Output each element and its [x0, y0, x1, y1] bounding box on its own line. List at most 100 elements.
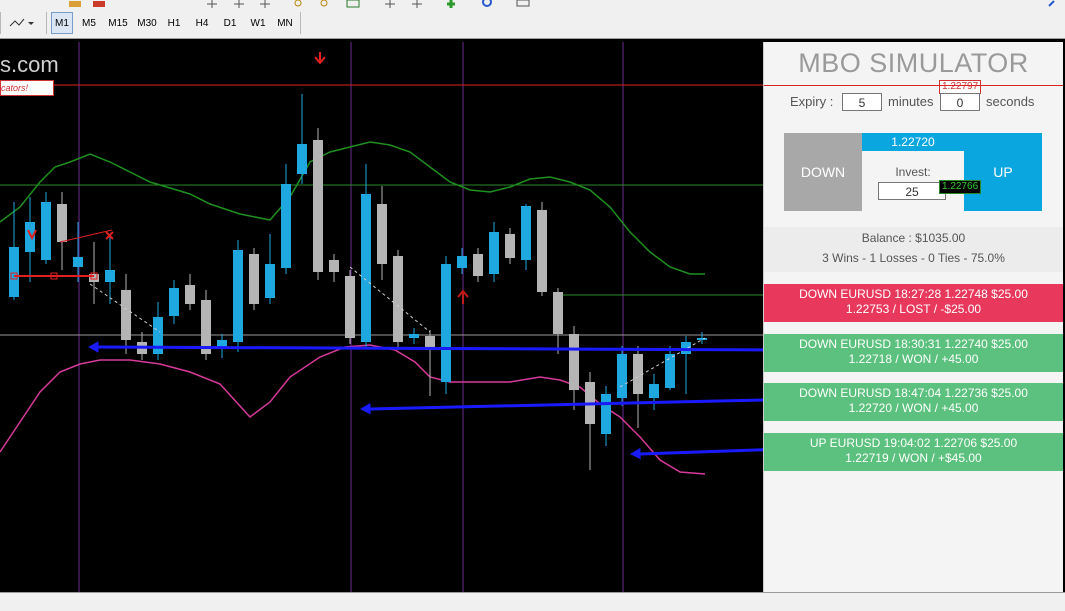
candle-body — [665, 354, 675, 388]
down-signal-arrow-icon — [314, 52, 326, 65]
crosshair-icon[interactable] — [205, 0, 219, 8]
balance-text: Balance : $1035.00 — [861, 231, 966, 245]
invest-label: Invest: — [895, 165, 931, 179]
candle-body — [361, 194, 371, 342]
candle-body — [249, 254, 259, 304]
candle-body — [537, 210, 547, 292]
trade-entry: DOWN EURUSD 18:47:04 1.22736 $25.00 1.227… — [764, 383, 1063, 421]
chart-toolbar: M1 M5 M15 M30 H1 H4 D1 W1 MN — [0, 0, 1065, 39]
add-indicator-icon[interactable] — [444, 0, 458, 8]
annotation-arrow-head — [88, 341, 99, 353]
price-chart[interactable]: s.com cators! — [0, 42, 763, 592]
timeframe-h4-button[interactable]: H4 — [190, 12, 214, 34]
candle-body — [345, 276, 355, 338]
price-tag-middle: 1.22766 — [939, 180, 982, 194]
tile-windows-icon[interactable] — [346, 0, 360, 8]
trade-entry: UP EURUSD 19:04:02 1.22706 $25.00 1.22719… — [764, 433, 1063, 471]
autotrading-icon[interactable] — [92, 0, 106, 8]
annotation-arrow — [97, 345, 763, 352]
candle-body — [601, 394, 611, 434]
trade-connector-line — [619, 337, 706, 388]
zoom-out-icon[interactable] — [318, 0, 332, 8]
candle-body — [505, 234, 515, 258]
upper-band-line — [0, 141, 705, 275]
candle-body — [313, 140, 323, 272]
simulator-title: MBO SIMULATOR — [798, 48, 1029, 78]
candle-body — [329, 260, 339, 272]
timeframe-m5-button[interactable]: M5 — [78, 12, 100, 34]
lower-band-line — [0, 344, 706, 475]
trade-connector-line — [59, 229, 113, 243]
candle-body — [41, 202, 51, 260]
candle-body — [681, 342, 691, 354]
seconds-label: seconds — [986, 94, 1035, 109]
trend-tool-icon[interactable] — [258, 0, 272, 8]
period-separator-icon[interactable] — [383, 0, 397, 8]
candle-body — [185, 285, 195, 304]
timeframe-h1-button[interactable]: H1 — [162, 12, 186, 34]
timeframe-m1-button[interactable]: M1 — [51, 12, 73, 34]
annotation-arrow-head — [630, 447, 641, 460]
down-button[interactable]: DOWN — [784, 133, 862, 211]
minutes-label: minutes — [888, 94, 934, 109]
zoom-in-icon[interactable] — [292, 0, 306, 8]
trade-details: DOWN EURUSD 18:47:04 1.22736 $25.00 — [799, 386, 1028, 400]
candle-body — [409, 334, 419, 338]
grid-icon[interactable] — [410, 0, 424, 8]
trade-outcome: 1.22719 / WON / +$45.00 — [845, 451, 982, 465]
red-level-line — [764, 85, 1063, 86]
candle-body — [617, 354, 627, 398]
chevron-right-icon[interactable] — [1045, 0, 1059, 8]
timeframe-mn-button[interactable]: MN — [273, 12, 297, 34]
candle-body — [473, 254, 483, 276]
candle-body — [441, 264, 451, 382]
candle-body — [569, 334, 579, 390]
trade-details: DOWN EURUSD 18:27:28 1.22748 $25.00 — [799, 287, 1028, 301]
expiry-label: Expiry : — [790, 94, 834, 109]
candle-body — [57, 204, 67, 242]
candle-body — [121, 290, 131, 340]
screenshot-icon[interactable] — [516, 0, 530, 8]
toolbar-separator — [300, 12, 301, 34]
invest-input[interactable]: 25 — [878, 182, 946, 200]
annotation-arrow-head — [360, 403, 371, 415]
line-tool-icon[interactable] — [232, 0, 246, 8]
trade-details: UP EURUSD 19:04:02 1.22706 $25.00 — [809, 436, 1018, 450]
candle-body — [489, 232, 499, 274]
expiry-minutes-input[interactable]: 5 — [842, 93, 882, 111]
trade-outcome: 1.22720 / WON / +45.00 — [848, 401, 979, 415]
refresh-icon[interactable] — [480, 0, 494, 8]
toolbar-separator — [0, 12, 1, 34]
candle-body — [281, 184, 291, 268]
up-signal-arrow-icon — [457, 289, 469, 304]
timeframe-w1-button[interactable]: W1 — [246, 12, 270, 34]
trade-details: DOWN EURUSD 18:30:31 1.22740 $25.00 — [799, 337, 1028, 351]
indicator-label-box: cators! — [0, 80, 54, 96]
chart-tab-bar — [0, 592, 1065, 611]
candle-body — [393, 256, 403, 342]
candle-body — [377, 204, 387, 264]
candle-body — [633, 354, 643, 394]
candle-body — [201, 300, 211, 354]
timeframe-m30-button[interactable]: M30 — [134, 12, 160, 34]
mbo-simulator-panel: MBO SIMULATOR 1.22797 Expiry : 5 minutes… — [763, 42, 1063, 592]
trade-entry: DOWN EURUSD 18:27:28 1.22748 $25.00 1.227… — [764, 284, 1063, 322]
chart-watermark: s.com — [0, 52, 59, 77]
candle-body — [9, 247, 19, 297]
candle-body — [73, 257, 83, 267]
candle-body — [105, 270, 115, 282]
trade-outcome: 1.22753 / LOST / -$25.00 — [845, 302, 982, 316]
expiry-seconds-input[interactable]: 0 — [940, 93, 980, 111]
order-icon[interactable] — [68, 0, 82, 8]
trade-outcome: 1.22718 / WON / +45.00 — [848, 352, 979, 366]
up-button[interactable]: UP — [964, 133, 1042, 211]
stats-text: 3 Wins - 1 Losses - 0 Ties - 75.0% — [822, 251, 1005, 265]
toolbar-separator — [46, 12, 47, 34]
candle-body — [265, 264, 275, 298]
timeframe-d1-button[interactable]: D1 — [218, 12, 242, 34]
candle-body — [297, 144, 307, 174]
candle-body — [697, 338, 707, 340]
timeframe-m15-button[interactable]: M15 — [105, 12, 131, 34]
chart-tools-dropdown-icon[interactable] — [8, 16, 36, 30]
candle-body — [553, 292, 563, 334]
